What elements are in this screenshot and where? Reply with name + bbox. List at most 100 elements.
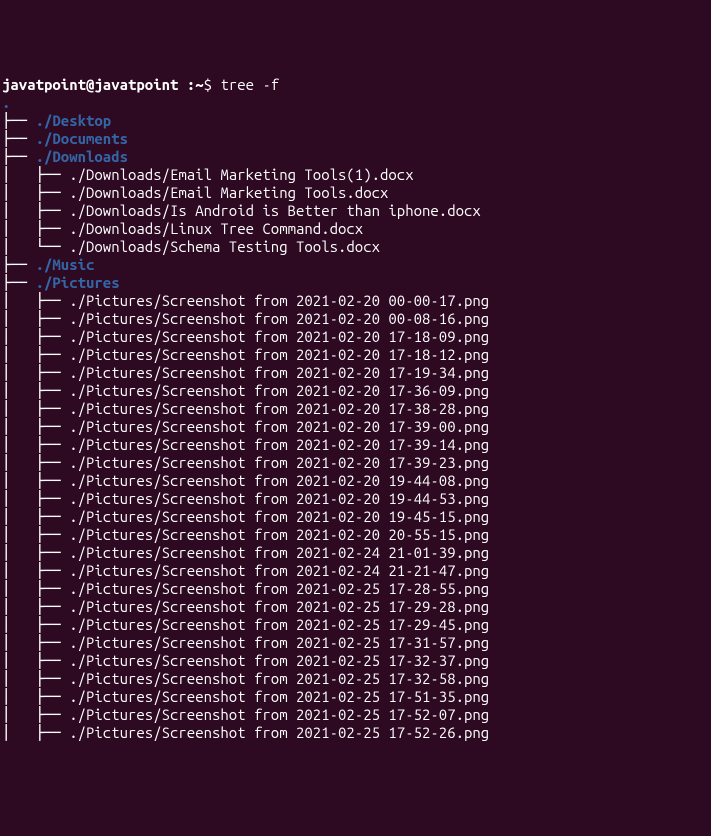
tree-branch-connector: │ ├──	[2, 544, 69, 561]
file-name: ./Pictures/Screenshot from 2021-02-20 17…	[69, 454, 489, 471]
file-name: ./Pictures/Screenshot from 2021-02-20 17…	[69, 436, 489, 453]
tree-entry: │ ├── ./Pictures/Screenshot from 2021-02…	[2, 454, 709, 472]
directory-name: ./Desktop	[36, 112, 112, 129]
tree-listing: ├── ./Desktop├── ./Documents├── ./Downlo…	[2, 112, 709, 742]
file-name: ./Downloads/Is Android is Better than ip…	[69, 202, 481, 219]
tree-branch-connector: │ ├──	[2, 454, 69, 471]
file-name: ./Pictures/Screenshot from 2021-02-25 17…	[69, 670, 489, 687]
terminal-output: javatpoint@javatpoint :~$ tree -f.├── ./…	[2, 76, 709, 742]
prompt-userhost: javatpoint@javatpoint	[2, 76, 178, 93]
tree-branch-connector: │ ├──	[2, 418, 69, 435]
prompt-line: javatpoint@javatpoint :~$ tree -f	[2, 76, 709, 94]
tree-entry: │ ├── ./Downloads/Linux Tree Command.doc…	[2, 220, 709, 238]
tree-entry: │ ├── ./Pictures/Screenshot from 2021-02…	[2, 652, 709, 670]
tree-entry: │ ├── ./Pictures/Screenshot from 2021-02…	[2, 688, 709, 706]
directory-name: ./Music	[36, 256, 95, 273]
prompt-path: ~	[195, 76, 203, 93]
tree-branch-connector: │ ├──	[2, 364, 69, 381]
file-name: ./Pictures/Screenshot from 2021-02-20 17…	[69, 382, 489, 399]
tree-entry: │ ├── ./Pictures/Screenshot from 2021-02…	[2, 634, 709, 652]
prompt-separator: :	[178, 76, 195, 93]
tree-branch-connector: │ ├──	[2, 652, 69, 669]
tree-branch-connector: │ ├──	[2, 292, 69, 309]
tree-branch-connector: │ ├──	[2, 508, 69, 525]
tree-entry: │ ├── ./Pictures/Screenshot from 2021-02…	[2, 580, 709, 598]
tree-branch-connector: │ ├──	[2, 688, 69, 705]
tree-entry: │ ├── ./Pictures/Screenshot from 2021-02…	[2, 292, 709, 310]
tree-entry: ├── ./Downloads	[2, 148, 709, 166]
directory-name: ./Documents	[36, 130, 128, 147]
tree-entry: ├── ./Pictures	[2, 274, 709, 292]
file-name: ./Pictures/Screenshot from 2021-02-25 17…	[69, 652, 489, 669]
directory-name: ./Downloads	[36, 148, 128, 165]
tree-root: .	[2, 94, 709, 112]
tree-branch-connector: │ ├──	[2, 724, 69, 741]
tree-branch-connector: ├──	[2, 148, 36, 165]
file-name: ./Downloads/Linux Tree Command.docx	[69, 220, 363, 237]
tree-branch-connector: ├──	[2, 112, 36, 129]
tree-branch-connector: │ ├──	[2, 472, 69, 489]
tree-entry: │ ├── ./Pictures/Screenshot from 2021-02…	[2, 346, 709, 364]
tree-entry: │ ├── ./Pictures/Screenshot from 2021-02…	[2, 670, 709, 688]
tree-entry: │ ├── ./Pictures/Screenshot from 2021-02…	[2, 526, 709, 544]
tree-branch-connector: ├──	[2, 274, 36, 291]
file-name: ./Pictures/Screenshot from 2021-02-20 19…	[69, 490, 489, 507]
file-name: ./Downloads/Email Marketing Tools.docx	[69, 184, 388, 201]
file-name: ./Pictures/Screenshot from 2021-02-20 19…	[69, 508, 489, 525]
tree-entry: │ ├── ./Pictures/Screenshot from 2021-02…	[2, 616, 709, 634]
tree-entry: │ ├── ./Pictures/Screenshot from 2021-02…	[2, 418, 709, 436]
tree-branch-connector: │ ├──	[2, 400, 69, 417]
prompt-symbol: $	[204, 76, 212, 93]
file-name: ./Pictures/Screenshot from 2021-02-25 17…	[69, 706, 489, 723]
file-name: ./Pictures/Screenshot from 2021-02-20 17…	[69, 418, 489, 435]
tree-entry: │ ├── ./Pictures/Screenshot from 2021-02…	[2, 706, 709, 724]
tree-entry: │ ├── ./Pictures/Screenshot from 2021-02…	[2, 490, 709, 508]
tree-entry: │ ├── ./Downloads/Email Marketing Tools(…	[2, 166, 709, 184]
tree-branch-connector: │ ├──	[2, 616, 69, 633]
file-name: ./Pictures/Screenshot from 2021-02-25 17…	[69, 634, 489, 651]
tree-branch-connector: │ ├──	[2, 202, 69, 219]
tree-branch-connector: │ ├──	[2, 328, 69, 345]
file-name: ./Pictures/Screenshot from 2021-02-20 00…	[69, 310, 489, 327]
tree-branch-connector: │ ├──	[2, 706, 69, 723]
tree-entry: │ ├── ./Pictures/Screenshot from 2021-02…	[2, 328, 709, 346]
tree-entry: ├── ./Music	[2, 256, 709, 274]
tree-branch-connector: │ ├──	[2, 184, 69, 201]
tree-entry: │ ├── ./Downloads/Is Android is Better t…	[2, 202, 709, 220]
file-name: ./Downloads/Email Marketing Tools(1).doc…	[69, 166, 413, 183]
tree-branch-connector: │ ├──	[2, 490, 69, 507]
tree-branch-connector: │ ├──	[2, 166, 69, 183]
tree-branch-connector: │ ├──	[2, 436, 69, 453]
tree-entry: │ ├── ./Pictures/Screenshot from 2021-02…	[2, 310, 709, 328]
tree-branch-connector: │ ├──	[2, 598, 69, 615]
tree-branch-connector: │ ├──	[2, 310, 69, 327]
file-name: ./Pictures/Screenshot from 2021-02-24 21…	[69, 562, 489, 579]
file-name: ./Pictures/Screenshot from 2021-02-20 00…	[69, 292, 489, 309]
file-name: ./Pictures/Screenshot from 2021-02-20 20…	[69, 526, 489, 543]
tree-entry: │ ├── ./Pictures/Screenshot from 2021-02…	[2, 364, 709, 382]
file-name: ./Pictures/Screenshot from 2021-02-20 17…	[69, 400, 489, 417]
tree-branch-connector: ├──	[2, 130, 36, 147]
tree-entry: │ └── ./Downloads/Schema Testing Tools.d…	[2, 238, 709, 256]
tree-entry: │ ├── ./Pictures/Screenshot from 2021-02…	[2, 544, 709, 562]
tree-branch-connector: │ ├──	[2, 382, 69, 399]
file-name: ./Pictures/Screenshot from 2021-02-20 19…	[69, 472, 489, 489]
tree-branch-connector: │ ├──	[2, 580, 69, 597]
tree-entry: │ ├── ./Pictures/Screenshot from 2021-02…	[2, 598, 709, 616]
file-name: ./Pictures/Screenshot from 2021-02-20 17…	[69, 328, 489, 345]
file-name: ./Pictures/Screenshot from 2021-02-25 17…	[69, 580, 489, 597]
tree-entry: │ ├── ./Pictures/Screenshot from 2021-02…	[2, 400, 709, 418]
directory-name: ./Pictures	[36, 274, 120, 291]
file-name: ./Pictures/Screenshot from 2021-02-24 21…	[69, 544, 489, 561]
tree-entry: │ ├── ./Pictures/Screenshot from 2021-02…	[2, 472, 709, 490]
tree-entry: ├── ./Documents	[2, 130, 709, 148]
file-name: ./Pictures/Screenshot from 2021-02-25 17…	[69, 598, 489, 615]
tree-entry: │ ├── ./Pictures/Screenshot from 2021-02…	[2, 508, 709, 526]
command-text[interactable]: tree -f	[220, 76, 279, 93]
file-name: ./Pictures/Screenshot from 2021-02-25 17…	[69, 688, 489, 705]
tree-entry: │ ├── ./Downloads/Email Marketing Tools.…	[2, 184, 709, 202]
tree-branch-connector: │ ├──	[2, 562, 69, 579]
tree-entry: │ ├── ./Pictures/Screenshot from 2021-02…	[2, 436, 709, 454]
tree-branch-connector: │ ├──	[2, 526, 69, 543]
tree-branch-connector: │ ├──	[2, 346, 69, 363]
